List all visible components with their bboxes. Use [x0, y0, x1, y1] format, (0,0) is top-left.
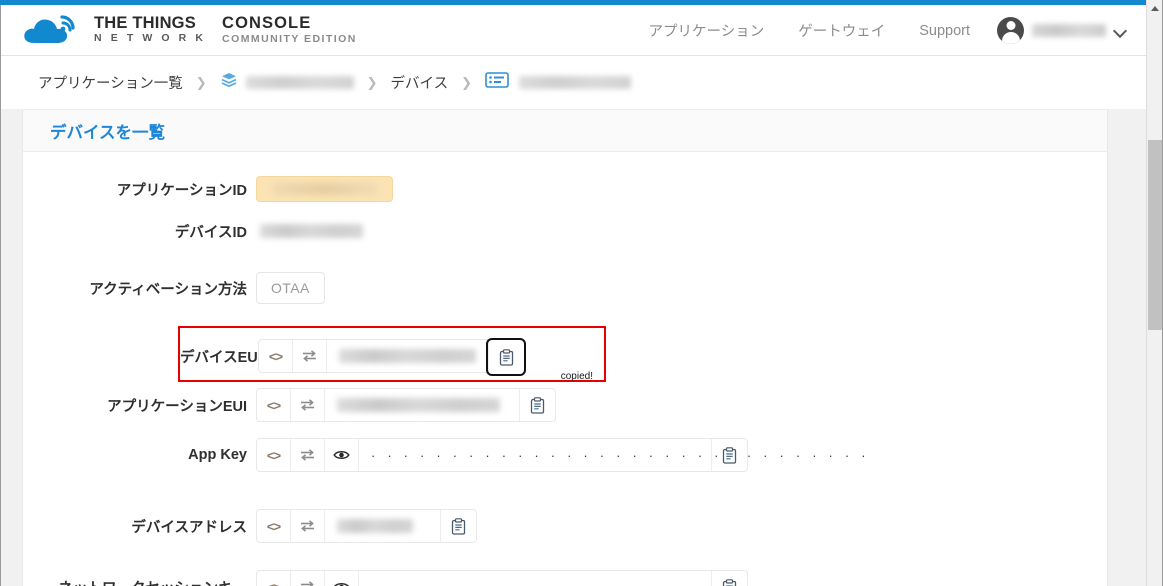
swap-arrows-icon[interactable]	[291, 389, 325, 421]
nav-applications[interactable]: アプリケーション	[631, 20, 781, 41]
scrollbar-thumb[interactable]	[1148, 140, 1162, 330]
breadcrumb-application-redacted	[245, 76, 354, 89]
brand-name-line2: N E T W O R K	[94, 32, 207, 45]
nav-gateways[interactable]: ゲートウェイ	[781, 20, 902, 41]
copy-button-device-address[interactable]	[440, 510, 476, 542]
page-title: デバイスを一覧	[50, 123, 166, 142]
code-brackets-icon[interactable]: < >	[257, 510, 291, 542]
field-row-app-key: App Key < > · · · · · · · · · · · · · · …	[23, 438, 1107, 472]
value-device-eui	[327, 340, 488, 372]
swap-arrows-icon[interactable]	[293, 340, 327, 372]
breadcrumb-item-application[interactable]	[220, 71, 354, 94]
label-application-id: アプリケーションID	[116, 182, 247, 199]
chevron-down-icon[interactable]	[1114, 24, 1128, 38]
field-group-device-address: < >	[256, 509, 477, 543]
annotation-highlight-device-eui: デバイスEUI < > copied!	[178, 326, 606, 382]
breadcrumb-item-device[interactable]	[485, 71, 632, 95]
brand-name-line1: THE THINGS	[94, 13, 196, 32]
label-device-address: デバイスアドレス	[131, 519, 247, 536]
window-left-edge	[0, 5, 1, 586]
field-row-activation-method: アクティベーション方法 OTAA	[23, 272, 1107, 304]
field-group-device-eui: < >	[258, 338, 526, 376]
value-application-eui	[325, 389, 519, 421]
copied-tooltip: copied!	[560, 371, 593, 382]
device-card-icon	[485, 71, 511, 95]
label-app-key: App Key	[188, 447, 247, 463]
code-brackets-icon[interactable]: < >	[257, 571, 291, 586]
swap-arrows-icon[interactable]	[291, 439, 325, 471]
header-nav: アプリケーション ゲートウェイ Support	[631, 5, 1128, 56]
cloud-icon	[22, 13, 84, 47]
breadcrumb-separator: ❯	[366, 74, 378, 90]
label-activation-method: アクティベーション方法	[89, 281, 247, 298]
code-brackets-icon[interactable]: < >	[259, 340, 293, 372]
vertical-scrollbar[interactable]	[1146, 0, 1163, 586]
swap-arrows-icon[interactable]	[291, 510, 325, 542]
eye-toggle-icon[interactable]	[325, 439, 359, 471]
value-activation-method: OTAA	[256, 272, 325, 304]
application-id-redacted	[272, 183, 377, 195]
site-header: THE THINGS N E T W O R K CONSOLE COMMUNI…	[0, 5, 1146, 56]
field-group-app-key: < > · · · · · · · · · · · · · · · · · · …	[256, 438, 866, 472]
code-brackets-icon[interactable]: < >	[257, 439, 291, 471]
user-avatar-icon	[997, 17, 1024, 44]
copy-button-network-session-key[interactable]	[711, 571, 747, 586]
stack-icon	[220, 71, 238, 94]
code-brackets-icon[interactable]: < >	[257, 389, 291, 421]
breadcrumb-item-applications[interactable]: アプリケーション一覧	[38, 72, 183, 93]
value-network-session-key: · · · · · · · · · · · · · · · · · · · · …	[359, 571, 866, 586]
device-eui-redacted	[339, 349, 476, 363]
breadcrumb-device-redacted	[519, 76, 632, 89]
copy-button-device-eui[interactable]	[486, 338, 526, 376]
product-name-line1: CONSOLE	[222, 13, 312, 32]
label-device-eui: デバイスEUI	[180, 349, 262, 366]
label-network-session-key: ネットワークセッションキー	[23, 577, 256, 586]
swap-arrows-icon[interactable]	[291, 571, 325, 586]
field-row-application-id: アプリケーションID	[23, 174, 1107, 204]
breadcrumb-separator: ❯	[195, 74, 207, 90]
scroll-up-arrow-icon[interactable]	[1147, 0, 1163, 17]
value-app-key: · · · · · · · · · · · · · · · · · · · · …	[359, 439, 866, 471]
product-name-line2: COMMUNITY EDITION	[222, 33, 357, 46]
copy-button-application-eui[interactable]	[519, 389, 555, 421]
panel-body: アプリケーションID デバイスID アクティベーション方法 OTAA デバイスE…	[23, 152, 1107, 586]
eye-toggle-icon[interactable]	[325, 571, 359, 586]
browser-viewport: THE THINGS N E T W O R K CONSOLE COMMUNI…	[0, 0, 1163, 586]
breadcrumb-label[interactable]: アプリケーション一覧	[38, 72, 183, 93]
user-menu[interactable]	[997, 17, 1128, 44]
panel-header: デバイスを一覧	[23, 109, 1107, 152]
app-key-masked: · · · · · · · · · · · · · · · · · · · · …	[371, 447, 870, 463]
value-device-address	[325, 510, 440, 542]
breadcrumb-label[interactable]: デバイス	[391, 72, 449, 93]
application-eui-redacted	[337, 398, 500, 412]
breadcrumb-separator: ❯	[461, 74, 473, 90]
field-row-device-id: デバイスID	[23, 216, 1107, 246]
device-address-redacted	[337, 519, 413, 533]
nav-support[interactable]: Support	[902, 23, 987, 39]
username-redacted	[1032, 24, 1106, 37]
copy-button-app-key[interactable]	[711, 439, 747, 471]
value-application-id	[256, 176, 393, 202]
label-device-id: デバイスID	[174, 224, 247, 241]
field-row-network-session-key: ネットワークセッションキー < >	[23, 570, 1107, 586]
field-row-device-address: デバイスアドレス < >	[23, 509, 1107, 543]
field-group-application-eui: < >	[256, 388, 556, 422]
device-id-redacted	[260, 224, 363, 238]
field-row-device-eui: デバイスEUI < >	[180, 338, 604, 376]
breadcrumb: アプリケーション一覧 ❯ ❯ デバイス ❯	[0, 56, 1146, 109]
field-group-network-session-key: < >	[256, 570, 866, 586]
device-overview-panel: デバイスを一覧 アプリケーションID デバイスID アクティベーション方法 OT	[22, 109, 1108, 586]
brand-logo[interactable]: THE THINGS N E T W O R K CONSOLE COMMUNI…	[22, 13, 357, 47]
value-device-id	[256, 224, 363, 238]
label-application-eui: アプリケーションEUI	[107, 398, 247, 415]
network-session-key-masked: · · · · · · · · · · · · · · · · · · · · …	[371, 581, 870, 586]
breadcrumb-item-devices[interactable]: デバイス	[391, 72, 449, 93]
field-row-application-eui: アプリケーションEUI < >	[23, 388, 1107, 422]
